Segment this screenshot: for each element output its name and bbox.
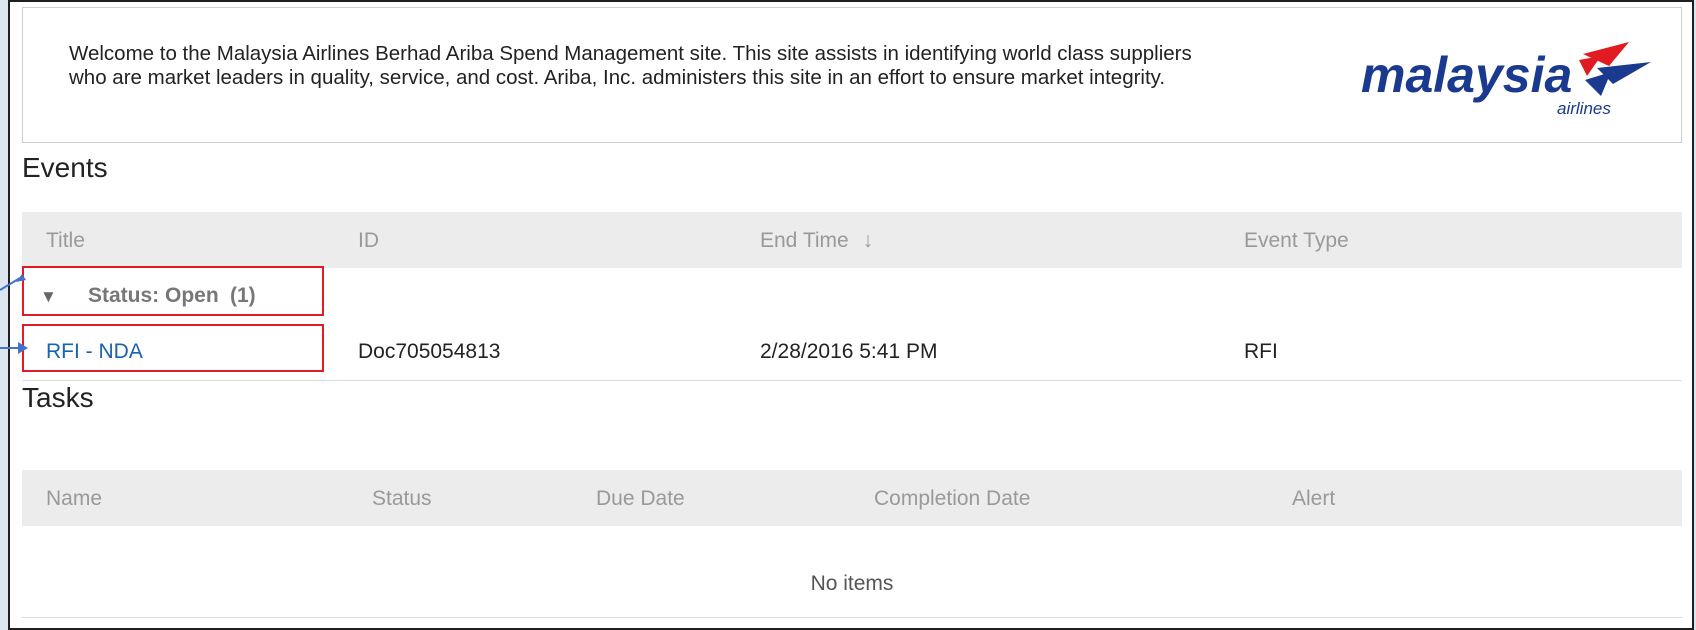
event-end-time: 2/28/2016 5:41 PM <box>760 340 938 363</box>
events-title: Events <box>22 152 108 183</box>
annotation-arrow-upper <box>0 274 26 291</box>
welcome-banner: Welcome to the Malaysia Airlines Berhad … <box>22 7 1682 143</box>
highlight-box-group <box>22 266 324 316</box>
col-title[interactable]: Title <box>46 229 85 253</box>
page-frame: Welcome to the Malaysia Airlines Berhad … <box>8 0 1694 630</box>
welcome-line-2: who are market leaders in quality, servi… <box>69 66 1166 89</box>
malaysia-airlines-logo: malaysia airlines <box>1361 42 1651 118</box>
event-type: RFI <box>1244 340 1278 363</box>
highlight-box-link <box>22 324 324 372</box>
tasks-title: Tasks <box>22 382 94 413</box>
col-id[interactable]: ID <box>358 229 379 253</box>
welcome-text: Welcome to the Malaysia Airlines Berhad … <box>69 42 1359 90</box>
col-end-time[interactable]: End Time ↓ <box>760 229 873 253</box>
col-due-date[interactable]: Due Date <box>596 487 685 511</box>
events-table-header: Title ID End Time ↓ Event Type <box>22 212 1682 268</box>
col-end-time-label: End Time <box>760 229 849 252</box>
welcome-line-1: Welcome to the Malaysia Airlines Berhad … <box>69 42 1192 65</box>
tasks-empty-message: No items <box>22 555 1682 618</box>
logo-subtitle: airlines <box>1557 99 1611 118</box>
annotation-arrow-lower <box>0 342 28 354</box>
col-event-type[interactable]: Event Type <box>1244 229 1349 253</box>
event-id: Doc705054813 <box>358 340 501 363</box>
sort-descending-icon: ↓ <box>862 229 874 252</box>
col-alert[interactable]: Alert <box>1292 487 1335 511</box>
kite-icon <box>1579 42 1651 96</box>
col-name[interactable]: Name <box>46 487 102 511</box>
col-status[interactable]: Status <box>372 487 432 511</box>
tasks-table-header: Name Status Due Date Completion Date Ale… <box>22 470 1682 526</box>
logo-wordmark: malaysia <box>1361 47 1572 103</box>
col-completion-date[interactable]: Completion Date <box>874 487 1030 511</box>
